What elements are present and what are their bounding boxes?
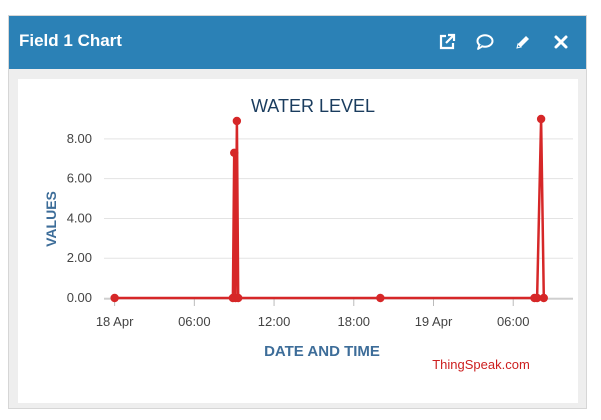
y-axis-label: VALUES xyxy=(43,191,59,247)
x-tick-label: 12:00 xyxy=(258,314,291,329)
x-tick-label: 18 Apr xyxy=(96,314,134,329)
y-axis: 0.00 2.00 4.00 6.00 8.00 xyxy=(67,131,92,305)
grid xyxy=(104,138,573,299)
y-tick-label: 6.00 xyxy=(67,171,92,186)
comment-icon[interactable] xyxy=(474,31,496,53)
credit-link[interactable]: ThingSpeak.com xyxy=(432,357,530,372)
card-header: Field 1 Chart xyxy=(9,16,586,69)
data-point xyxy=(233,293,243,303)
x-tick-label: 19 Apr xyxy=(415,314,453,329)
y-tick-label: 2.00 xyxy=(67,250,92,265)
chart-panel: WATER LEVEL 0.00 2.00 4.00 6.00 8.00 18 Apr 0… xyxy=(18,79,578,403)
header-toolbar xyxy=(436,31,572,53)
data-point xyxy=(539,293,548,303)
x-axis-label: DATE AND TIME xyxy=(264,343,380,360)
series-line xyxy=(114,117,546,300)
data-point xyxy=(232,116,242,126)
card-title: Field 1 Chart xyxy=(19,31,122,50)
y-tick-label: 4.00 xyxy=(67,210,92,225)
chart-card: Field 1 Chart WATER LEVEL 0.00 2.00 4.00… xyxy=(8,15,587,409)
y-tick-label: 8.00 xyxy=(67,131,92,146)
x-tick-label: 06:00 xyxy=(178,314,211,329)
data-point xyxy=(110,293,119,303)
x-tick-label: 18:00 xyxy=(338,314,371,329)
data-point xyxy=(230,148,239,158)
open-in-new-window-icon[interactable] xyxy=(436,31,458,53)
x-axis: 18 Apr 06:00 12:00 18:00 19 Apr 06:00 xyxy=(96,298,573,329)
line-chart: WATER LEVEL 0.00 2.00 4.00 6.00 8.00 18 Apr 0… xyxy=(43,96,573,372)
close-icon[interactable] xyxy=(550,31,572,53)
y-tick-label: 0.00 xyxy=(67,290,92,305)
x-tick-label: 06:00 xyxy=(497,314,530,329)
data-point xyxy=(536,114,546,124)
chart-title: WATER LEVEL xyxy=(251,96,375,116)
series-water-level xyxy=(110,114,548,303)
data-point xyxy=(376,293,385,303)
edit-pencil-icon[interactable] xyxy=(512,31,534,53)
